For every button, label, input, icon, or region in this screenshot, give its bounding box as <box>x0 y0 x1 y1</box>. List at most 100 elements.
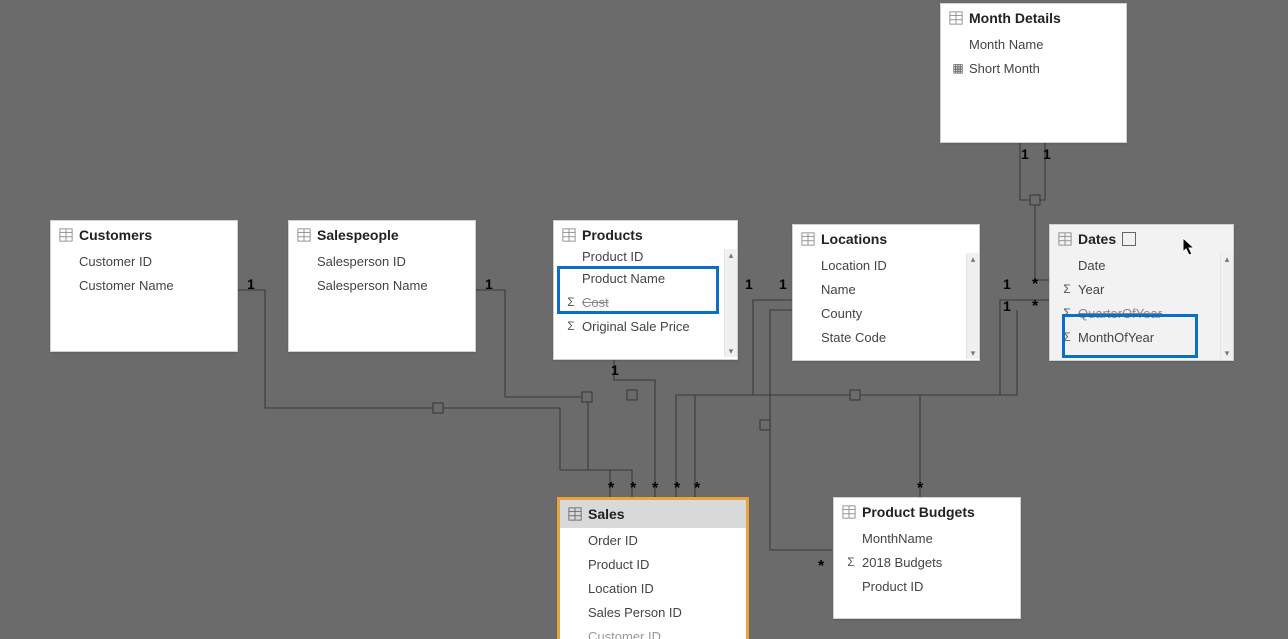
table-title: Month Details <box>969 10 1061 26</box>
field-list: ▴ ▾ Product ID Product Name ΣCost ΣOrigi… <box>554 249 737 357</box>
table-title: Product Budgets <box>862 504 975 520</box>
table-header[interactable]: Month Details <box>941 4 1126 32</box>
table-field[interactable]: ▦Short Month <box>941 56 1126 80</box>
cardinality-one: 1 <box>1003 298 1011 314</box>
table-dates[interactable]: Dates ▴ ▾ Date ΣYear ΣQuarterOfYear ΣMon… <box>1049 224 1234 361</box>
field-list: MonthName Σ2018 Budgets Product ID <box>834 526 1020 598</box>
cardinality-many: * <box>694 480 700 498</box>
cardinality-many: * <box>1032 276 1038 294</box>
table-field[interactable]: Month Name <box>941 32 1126 56</box>
cardinality-one: 1 <box>1021 146 1029 162</box>
table-header[interactable]: Salespeople <box>289 221 475 249</box>
cardinality-one: 1 <box>1003 276 1011 292</box>
field-list: Month Name ▦Short Month <box>941 32 1126 80</box>
scroll-up-icon[interactable]: ▴ <box>967 253 979 265</box>
table-field[interactable]: County <box>793 301 979 325</box>
scroll-down-icon[interactable]: ▾ <box>725 345 737 357</box>
sigma-icon: Σ <box>1060 282 1074 296</box>
scroll-up-icon[interactable]: ▴ <box>1221 253 1233 265</box>
field-list: ▴ ▾ Location ID Name County State Code <box>793 253 979 359</box>
table-sales[interactable]: Sales Order ID Product ID Location ID Sa… <box>557 497 749 639</box>
scrollbar-track[interactable]: ▴ ▾ <box>966 253 979 359</box>
table-title: Products <box>582 227 643 243</box>
table-field[interactable]: Customer ID <box>560 624 746 639</box>
table-title: Salespeople <box>317 227 399 243</box>
table-customers[interactable]: Customers Customer ID Customer Name <box>50 220 238 352</box>
table-field[interactable]: ΣYear <box>1050 277 1233 301</box>
table-field[interactable]: Σ2018 Budgets <box>834 550 1020 574</box>
table-icon <box>842 505 856 519</box>
table-product-budgets[interactable]: Product Budgets MonthName Σ2018 Budgets … <box>833 497 1021 619</box>
table-icon <box>801 232 815 246</box>
cardinality-one: 1 <box>745 276 753 292</box>
cardinality-many: * <box>608 480 614 498</box>
table-field[interactable]: Product Name <box>554 266 737 290</box>
table-field[interactable]: ΣQuarterOfYear <box>1050 301 1233 325</box>
field-list: Salesperson ID Salesperson Name <box>289 249 475 297</box>
table-header[interactable]: Product Budgets <box>834 498 1020 526</box>
model-canvas[interactable]: 1 1 1 1 1 1 1 * * 1 1 * * * * * * * Mont… <box>0 0 1288 639</box>
related-icon <box>1122 232 1136 246</box>
table-field[interactable]: Date <box>1050 253 1233 277</box>
table-field[interactable]: Salesperson ID <box>289 249 475 273</box>
cardinality-many: * <box>1032 298 1038 316</box>
table-field[interactable]: State Code <box>793 325 979 349</box>
table-field[interactable]: ΣOriginal Sale Price <box>554 314 737 338</box>
cardinality-one: 1 <box>1043 146 1051 162</box>
scrollbar-track[interactable]: ▴ ▾ <box>724 249 737 357</box>
cardinality-one: 1 <box>247 276 255 292</box>
sigma-icon: Σ <box>1060 330 1074 344</box>
cardinality-one: 1 <box>485 276 493 292</box>
cardinality-many: * <box>917 480 923 498</box>
scroll-down-icon[interactable]: ▾ <box>967 347 979 359</box>
cardinality-many: * <box>674 480 680 498</box>
table-icon <box>59 228 73 242</box>
table-icon <box>568 507 582 521</box>
table-field[interactable]: Customer Name <box>51 273 237 297</box>
sigma-icon: Σ <box>844 555 858 569</box>
cardinality-one: 1 <box>779 276 787 292</box>
table-month-details[interactable]: Month Details Month Name ▦Short Month <box>940 3 1127 143</box>
table-field[interactable]: Product ID <box>834 574 1020 598</box>
sigma-icon: Σ <box>1060 306 1074 320</box>
table-icon <box>1058 232 1072 246</box>
table-field[interactable]: MonthName <box>834 526 1020 550</box>
table-header[interactable]: Locations <box>793 225 979 253</box>
table-field[interactable]: Customer ID <box>51 249 237 273</box>
table-header[interactable]: Products <box>554 221 737 249</box>
scroll-up-icon[interactable]: ▴ <box>725 249 737 261</box>
table-icon <box>562 228 576 242</box>
table-field[interactable]: ΣMonthOfYear <box>1050 325 1233 349</box>
table-locations[interactable]: Locations ▴ ▾ Location ID Name County St… <box>792 224 980 361</box>
table-field[interactable]: Order ID <box>560 528 746 552</box>
table-field[interactable]: Sales Person ID <box>560 600 746 624</box>
table-header[interactable]: Sales <box>560 500 746 528</box>
table-field[interactable]: Location ID <box>793 253 979 277</box>
table-field[interactable]: Product ID <box>554 249 737 266</box>
table-icon <box>297 228 311 242</box>
cardinality-one: 1 <box>611 362 619 378</box>
table-field[interactable]: Product ID <box>560 552 746 576</box>
cardinality-many: * <box>818 558 824 576</box>
field-list: Customer ID Customer Name <box>51 249 237 297</box>
table-header[interactable]: Dates <box>1050 225 1233 253</box>
table-title: Customers <box>79 227 152 243</box>
table-title: Sales <box>588 506 625 522</box>
table-field[interactable]: Location ID <box>560 576 746 600</box>
cardinality-many: * <box>630 480 636 498</box>
date-icon: ▦ <box>951 61 965 75</box>
table-title: Dates <box>1078 231 1116 247</box>
table-field[interactable]: Salesperson Name <box>289 273 475 297</box>
table-title: Locations <box>821 231 887 247</box>
table-field[interactable]: Name <box>793 277 979 301</box>
table-salespeople[interactable]: Salespeople Salesperson ID Salesperson N… <box>288 220 476 352</box>
table-field[interactable]: ΣCost <box>554 290 737 314</box>
table-products[interactable]: Products ▴ ▾ Product ID Product Name ΣCo… <box>553 220 738 360</box>
scrollbar-track[interactable]: ▴ ▾ <box>1220 253 1233 359</box>
sigma-icon: Σ <box>564 319 578 333</box>
table-icon <box>949 11 963 25</box>
field-list: Order ID Product ID Location ID Sales Pe… <box>560 528 746 639</box>
scroll-down-icon[interactable]: ▾ <box>1221 347 1233 359</box>
sigma-icon: Σ <box>564 295 578 309</box>
table-header[interactable]: Customers <box>51 221 237 249</box>
